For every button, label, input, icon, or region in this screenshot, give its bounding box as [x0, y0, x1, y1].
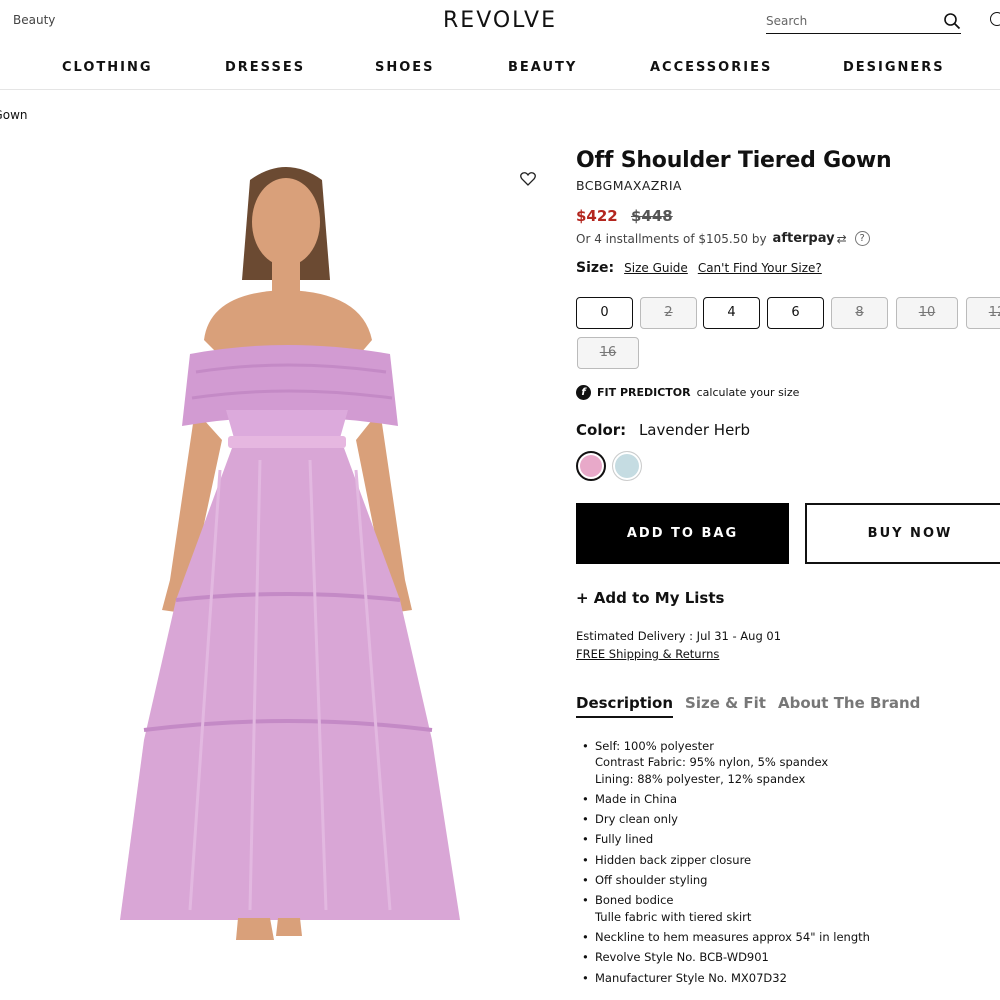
installments-info: Or 4 installments of $105.50 by afterpay… [576, 231, 1000, 246]
list-item-line: Manufacturer Style No. MX07D32 [595, 970, 787, 985]
color-value: Lavender Herb [638, 421, 750, 439]
afterpay-arrows-icon: ⇄ [836, 231, 847, 246]
breadcrumb[interactable]: d Gown [0, 108, 46, 122]
price-block: $422 $448 [576, 207, 1000, 225]
size-option-4[interactable]: 4 [703, 297, 760, 329]
product-brand[interactable]: BCBGMAXAZRIA [576, 178, 1000, 193]
cant-find-size-link[interactable]: Can't Find Your Size? [698, 261, 822, 275]
installments-text: Or 4 installments of $105.50 by [576, 231, 767, 246]
estimated-delivery: Estimated Delivery : Jul 31 - Aug 01 [576, 629, 782, 643]
wishlist-heart-icon[interactable] [519, 170, 537, 188]
sale-price: $422 [576, 207, 618, 225]
add-to-lists-link[interactable]: + Add to My Lists [576, 589, 724, 607]
top-header: Beauty REVOLVE [0, 0, 1000, 44]
size-option-6[interactable]: 6 [767, 297, 824, 329]
fit-predictor-icon: f [576, 385, 591, 400]
size-option-0[interactable]: 0 [576, 297, 633, 329]
tab-size-fit[interactable]: Size & Fit [685, 694, 766, 718]
search-icon[interactable] [943, 12, 961, 30]
nav-shoes[interactable]: SHOES [375, 60, 435, 75]
list-item-line: Dry clean only [595, 812, 678, 827]
size-option-2[interactable]: 2 [640, 297, 697, 329]
nav-designers[interactable]: DESIGNERS [843, 60, 945, 75]
list-item-line: Neckline to hem measures approx 54" in l… [595, 929, 870, 944]
list-item: Boned bodice Tulle fabric with tiered sk… [580, 892, 1000, 925]
size-option-8[interactable]: 8 [831, 297, 888, 329]
info-tabs: Description Size & Fit About The Brand [576, 694, 932, 718]
main-nav: CLOTHING DRESSES SHOES BEAUTY ACCESSORIE… [0, 54, 1000, 90]
color-swatch-lavender-herb[interactable] [576, 451, 606, 481]
free-shipping-link[interactable]: FREE Shipping & Returns [576, 647, 719, 661]
list-item-line: Hidden back zipper closure [595, 852, 752, 867]
original-price: $448 [630, 207, 673, 225]
buy-now-button[interactable]: BUY NOW [805, 503, 1000, 564]
list-item: Hidden back zipper closure [580, 852, 1000, 869]
add-to-bag-button[interactable]: ADD TO BAG [576, 503, 789, 564]
help-icon[interactable]: ? [854, 231, 870, 246]
fit-predictor[interactable]: f FIT PREDICTOR calculate your size [576, 385, 799, 400]
nav-clothing[interactable]: CLOTHING [62, 60, 153, 75]
list-item-line: Boned bodice [595, 893, 674, 908]
list-item-line: Off shoulder styling [595, 873, 708, 888]
model-illustration [120, 167, 460, 940]
list-item: Off shoulder styling [580, 872, 1000, 889]
size-option-10[interactable]: 10 [896, 297, 958, 329]
fit-predictor-label[interactable]: FIT PREDICTOR [597, 386, 691, 399]
list-item: Made in China [580, 791, 1000, 808]
product-title: Off Shoulder Tiered Gown [576, 148, 892, 173]
list-item-line: Lining: 88% polyester, 12% spandex [595, 771, 806, 786]
nav-dresses[interactable]: DRESSES [225, 60, 305, 75]
size-option-16[interactable]: 16 [577, 337, 639, 369]
breadcrumb-text[interactable]: d Gown [0, 108, 28, 122]
list-item: Manufacturer Style No. MX07D32 [580, 970, 1000, 987]
list-item: Revolve Style No. BCB-WD901 [580, 949, 1000, 966]
color-swatch-blue[interactable] [612, 451, 642, 481]
list-item-line: Tulle fabric with tiered skirt [595, 909, 752, 924]
search-box[interactable] [766, 10, 961, 34]
size-guide-link[interactable]: Size Guide [624, 261, 688, 275]
list-item-line: Contrast Fabric: 95% nylon, 5% spandex [595, 755, 829, 770]
list-item-line: Self: 100% polyester [595, 739, 714, 753]
description-list: Self: 100% polyester Contrast Fabric: 95… [580, 738, 1000, 990]
tab-description[interactable]: Description [576, 694, 674, 718]
size-label: Size: [576, 260, 615, 276]
fit-predictor-calc[interactable]: calculate your size [697, 386, 800, 399]
tab-about-brand[interactable]: About The Brand [778, 694, 920, 718]
size-options: 0 2 4 6 8 10 12 16 [576, 297, 1000, 377]
search-input[interactable] [766, 10, 926, 32]
color-row: Color: Lavender Herb [576, 421, 750, 439]
size-header: Size: Size Guide Can't Find Your Size? [576, 260, 1000, 276]
list-item: Self: 100% polyester Contrast Fabric: 95… [580, 738, 1000, 787]
account-icon[interactable] [990, 12, 1000, 26]
nav-beauty[interactable]: BEAUTY [508, 60, 577, 75]
list-item-line: Fully lined [595, 832, 654, 847]
list-item: Dry clean only [580, 811, 1000, 828]
size-option-12[interactable]: 12 [966, 297, 1000, 329]
nav-accessories[interactable]: ACCESSORIES [650, 60, 772, 75]
list-item: Neckline to hem measures approx 54" in l… [580, 929, 1000, 946]
afterpay-logo: afterpay [772, 231, 835, 246]
list-item: Fully lined [580, 831, 1000, 848]
color-label: Color: [576, 421, 627, 439]
list-item-line: Made in China [595, 791, 677, 806]
list-item-line: Revolve Style No. BCB-WD901 [595, 950, 769, 965]
product-details: Off Shoulder Tiered Gown BCBGMAXAZRIA $4… [576, 148, 1000, 276]
product-image[interactable] [100, 140, 500, 990]
